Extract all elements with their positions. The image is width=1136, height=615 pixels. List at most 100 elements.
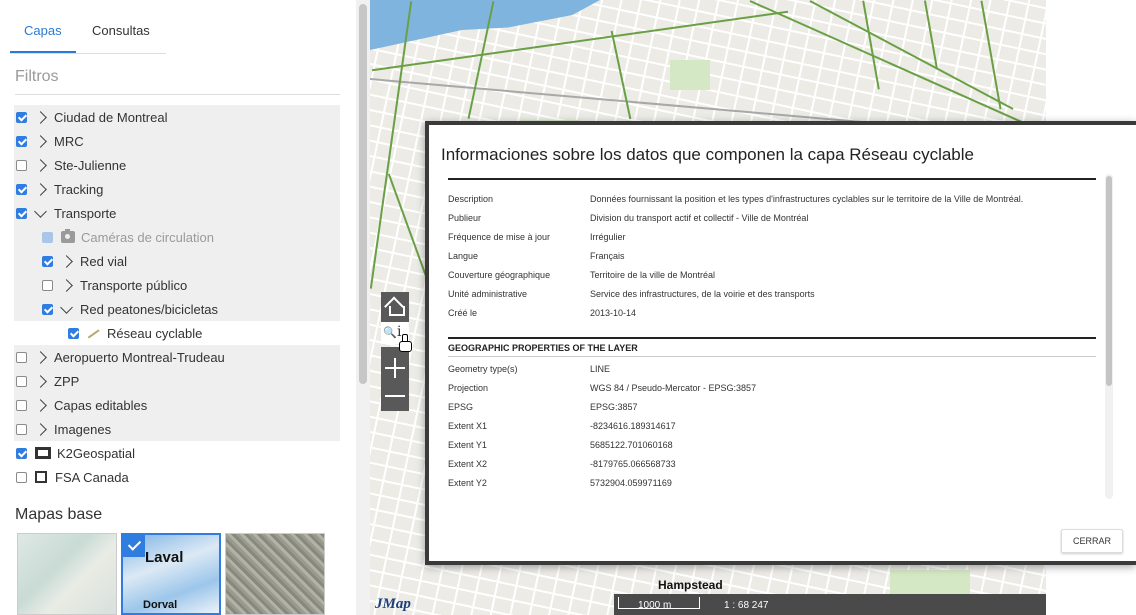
layer-label: MRC — [54, 133, 84, 149]
layer-row[interactable]: Aeropuerto Montreal-Trudeau — [14, 345, 340, 369]
active-tab-indicator — [10, 51, 76, 53]
chevron-right-icon[interactable] — [60, 254, 73, 268]
layer-label: Red vial — [80, 253, 127, 269]
panel-tabs: Capas Consultas — [10, 14, 166, 54]
layer-checkbox[interactable] — [16, 447, 27, 459]
layer-checkbox[interactable] — [16, 375, 27, 387]
layer-row[interactable]: MRC — [14, 129, 340, 153]
layer-checkbox[interactable] — [16, 399, 27, 411]
basemap-map-label: Dorval — [143, 599, 178, 611]
geo-row: Extent X2 -8179765.066568733 — [448, 459, 676, 469]
chevron-down-icon[interactable] — [60, 300, 73, 314]
basemaps-title: Mapas base — [15, 506, 103, 523]
geo-value: -8234616.189314617 — [590, 421, 676, 431]
scale-bar: 1000 m 1 : 68 247 — [614, 594, 1046, 615]
bike-lane — [923, 0, 939, 70]
geo-key: Projection — [448, 383, 489, 393]
panel-scrollbar-thumb[interactable] — [359, 4, 367, 384]
dialog-scrollbar-thumb[interactable] — [1106, 176, 1112, 386]
layer-row[interactable]: Red peatones/bicicletas — [14, 297, 340, 321]
layer-label: ZPP — [54, 373, 80, 389]
tab-consultas[interactable]: Consultas — [92, 23, 150, 38]
layer-info-dialog: Informaciones sobre los datos que compon… — [425, 121, 1136, 565]
chevron-right-icon[interactable] — [60, 278, 73, 292]
magnifier-icon[interactable]: 🔍 — [383, 326, 397, 339]
geo-value: LINE — [590, 364, 611, 374]
layer-checkbox[interactable] — [16, 111, 27, 123]
metadata-row: Unité administrative Service des infrast… — [448, 289, 815, 299]
chevron-right-icon[interactable] — [34, 422, 47, 436]
basemap-thumbnail[interactable] — [225, 533, 325, 615]
layer-row[interactable]: Red vial — [14, 249, 340, 273]
layer-checkbox — [42, 231, 53, 243]
geo-value: WGS 84 / Pseudo-Mercator - EPSG:3857 — [590, 383, 757, 393]
divider — [448, 337, 1096, 339]
divider — [15, 94, 340, 95]
layer-row[interactable]: Ciudad de Montreal — [14, 105, 340, 129]
filters-title[interactable]: Filtros — [15, 68, 59, 86]
geo-value: 5685122.701060168 — [590, 440, 673, 450]
geo-key: Extent Y1 — [448, 440, 487, 450]
layer-label: Transporte público — [80, 277, 188, 293]
metadata-row: Langue Français — [448, 251, 625, 261]
metadata-value: Irrégulier — [590, 232, 626, 242]
layer-checkbox[interactable] — [42, 279, 53, 291]
layer-row[interactable]: Capas editables — [14, 393, 340, 417]
home-button[interactable] — [381, 292, 409, 322]
scale-ratio: 1 : 68 247 — [724, 600, 769, 611]
basemap-thumbnail[interactable] — [17, 533, 117, 615]
basemap-thumbnail-selected[interactable]: Laval Dorval — [121, 533, 221, 615]
layer-checkbox[interactable] — [42, 303, 53, 315]
metadata-key: Langue — [448, 251, 479, 261]
layer-checkbox[interactable] — [42, 255, 53, 267]
metadata-key: Fréquence de mise à jour — [448, 232, 551, 242]
geo-row: Geometry type(s) LINE — [448, 364, 610, 374]
check-icon — [123, 535, 145, 557]
bike-lane — [610, 30, 632, 120]
k2-logo-icon — [35, 447, 51, 459]
layer-checkbox[interactable] — [16, 207, 27, 219]
layer-checkbox[interactable] — [68, 327, 79, 339]
layer-row[interactable]: Transporte público — [14, 273, 340, 297]
layer-checkbox[interactable] — [16, 159, 27, 171]
layer-row[interactable]: Réseau cyclable — [14, 321, 340, 345]
layer-checkbox[interactable] — [16, 471, 27, 483]
chevron-down-icon[interactable] — [34, 204, 47, 218]
metadata-row: Couverture géographique Territoire de la… — [448, 270, 715, 280]
zoom-out-button[interactable] — [385, 395, 405, 397]
metadata-row: Publieur Division du transport actif et … — [448, 213, 808, 223]
layer-checkbox[interactable] — [16, 183, 27, 195]
layer-checkbox[interactable] — [16, 351, 27, 363]
chevron-right-icon[interactable] — [34, 158, 47, 172]
layer-row[interactable]: Caméras de circulation — [14, 225, 340, 249]
chevron-right-icon[interactable] — [34, 110, 47, 124]
metadata-key: Créé le — [448, 308, 478, 318]
close-button[interactable]: CERRAR — [1061, 529, 1123, 553]
chevron-right-icon[interactable] — [34, 350, 47, 364]
layer-row[interactable]: Imagenes — [14, 417, 340, 441]
layer-row[interactable]: K2Geospatial — [14, 441, 340, 465]
chevron-right-icon[interactable] — [34, 182, 47, 196]
panel-scrollbar[interactable] — [356, 0, 370, 615]
metadata-value: Français — [590, 251, 625, 261]
metadata-key: Description — [448, 194, 494, 204]
metadata-key: Unité administrative — [448, 289, 528, 299]
tab-capas[interactable]: Capas — [24, 23, 62, 38]
chevron-right-icon[interactable] — [34, 398, 47, 412]
layer-row[interactable]: Ste-Julienne — [14, 153, 340, 177]
scale-distance: 1000 m — [638, 600, 672, 611]
layer-label: Imagenes — [54, 421, 112, 437]
layer-row[interactable]: FSA Canada — [14, 465, 340, 489]
layer-checkbox[interactable] — [16, 423, 27, 435]
zoom-in-button[interactable] — [385, 358, 405, 378]
geo-row: Extent X1 -8234616.189314617 — [448, 421, 676, 431]
chevron-right-icon[interactable] — [34, 374, 47, 388]
section-heading: GEOGRAPHIC PROPERTIES OF THE LAYER — [448, 343, 638, 353]
chevron-right-icon[interactable] — [34, 134, 47, 148]
layer-checkbox[interactable] — [16, 135, 27, 147]
dialog-scrollbar[interactable] — [1105, 174, 1113, 499]
geo-value: 5732904.059971169 — [590, 478, 672, 488]
layer-row[interactable]: Tracking — [14, 177, 340, 201]
layer-row[interactable]: ZPP — [14, 369, 340, 393]
layer-row[interactable]: Transporte — [14, 201, 340, 225]
